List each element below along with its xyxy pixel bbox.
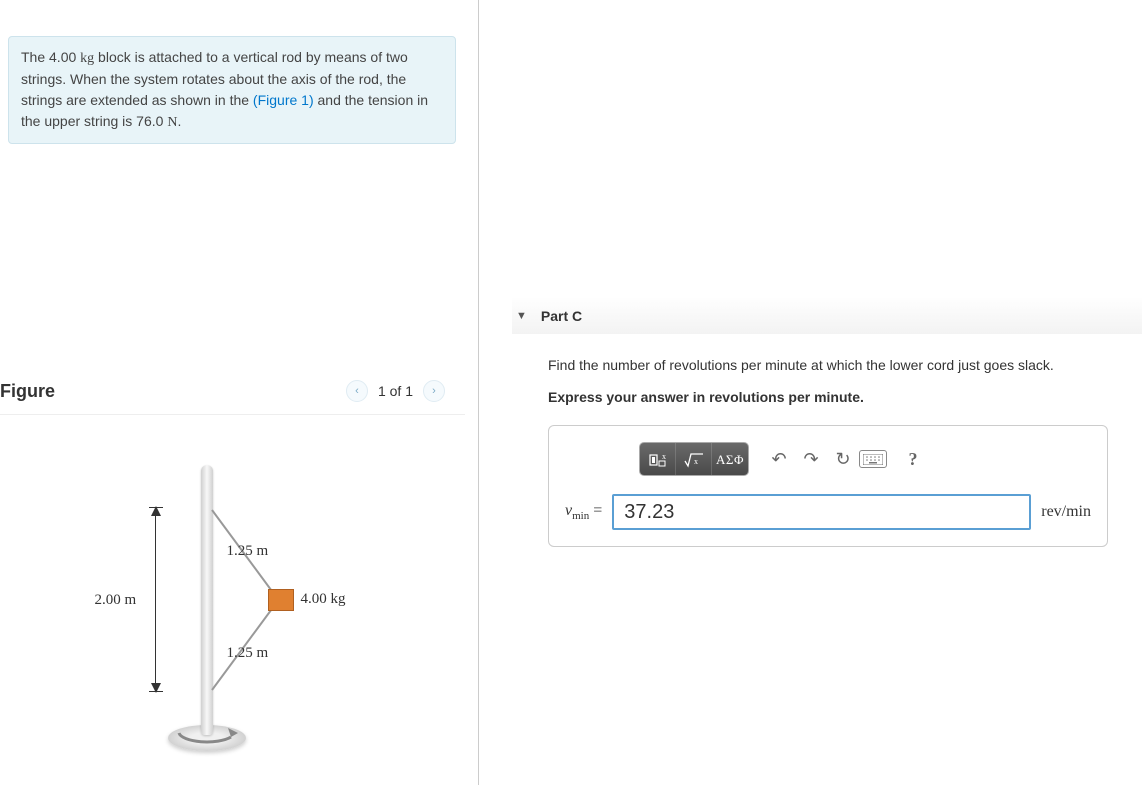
- svg-text:x: x: [662, 452, 666, 461]
- template-button[interactable]: x: [640, 443, 676, 476]
- greek-button[interactable]: ΑΣΦ: [712, 443, 748, 476]
- pager-prev-button[interactable]: ‹: [346, 380, 368, 402]
- keyboard-button[interactable]: [859, 450, 887, 468]
- answer-input[interactable]: [612, 494, 1031, 530]
- redo-button[interactable]: ↷: [795, 443, 827, 475]
- mass-label: 4.00 kg: [301, 591, 346, 608]
- pager-count: 1 of 1: [378, 383, 413, 399]
- problem-mass: 4.00: [49, 49, 76, 65]
- problem-statement: The 4.00 kg block is attached to a verti…: [8, 36, 456, 144]
- lower-string-label: 1.25 m: [227, 645, 269, 662]
- upper-string-label: 1.25 m: [227, 543, 269, 560]
- instruction-text: Express your answer in revolutions per m…: [548, 386, 1142, 408]
- height-label: 2.00 m: [95, 592, 137, 609]
- answer-unit: rev/min: [1041, 503, 1091, 521]
- format-button-group: x x ΑΣΦ: [639, 442, 749, 476]
- height-dimension: [155, 507, 156, 692]
- answer-row: νmin = rev/min: [565, 494, 1091, 530]
- figure-title: Figure: [0, 381, 55, 402]
- vertical-divider: [478, 0, 479, 785]
- problem-text-1b: block is attached to a vertical rod by m…: [94, 49, 366, 65]
- answer-panel: x x ΑΣΦ ↶ ↷ ↻ ? νmin = rev/min: [548, 425, 1108, 547]
- pager-next-button[interactable]: ›: [423, 380, 445, 402]
- variable-label: νmin =: [565, 502, 602, 522]
- physics-diagram: 2.00 m 1.25 m 1.25 m 4.00 kg: [83, 455, 383, 775]
- svg-text:x: x: [694, 457, 698, 466]
- part-header[interactable]: ▼ Part C: [512, 298, 1142, 334]
- problem-period: .: [177, 113, 181, 129]
- help-button[interactable]: ?: [897, 443, 929, 475]
- figure-section: Figure ‹ 1 of 1 › 2.00 m 1.25 m: [0, 380, 465, 775]
- input-toolbar: x x ΑΣΦ ↶ ↷ ↻ ?: [639, 442, 1091, 476]
- problem-tension-unit: N: [167, 115, 177, 130]
- sqrt-button[interactable]: x: [676, 443, 712, 476]
- problem-tension: 76.0: [136, 113, 163, 129]
- problem-text-1a: The: [21, 49, 49, 65]
- undo-button[interactable]: ↶: [763, 443, 795, 475]
- figure-link[interactable]: (Figure 1): [253, 92, 314, 108]
- figure-header: Figure ‹ 1 of 1 ›: [0, 380, 465, 415]
- problem-mass-unit: kg: [80, 51, 94, 66]
- figure-pager: ‹ 1 of 1 ›: [346, 380, 445, 402]
- mass-block: [268, 589, 294, 611]
- question-block: Find the number of revolutions per minut…: [548, 354, 1142, 409]
- collapse-caret-icon: ▼: [516, 310, 527, 322]
- question-text: Find the number of revolutions per minut…: [548, 357, 1054, 373]
- part-title: Part C: [541, 308, 582, 324]
- reset-button[interactable]: ↻: [827, 443, 859, 475]
